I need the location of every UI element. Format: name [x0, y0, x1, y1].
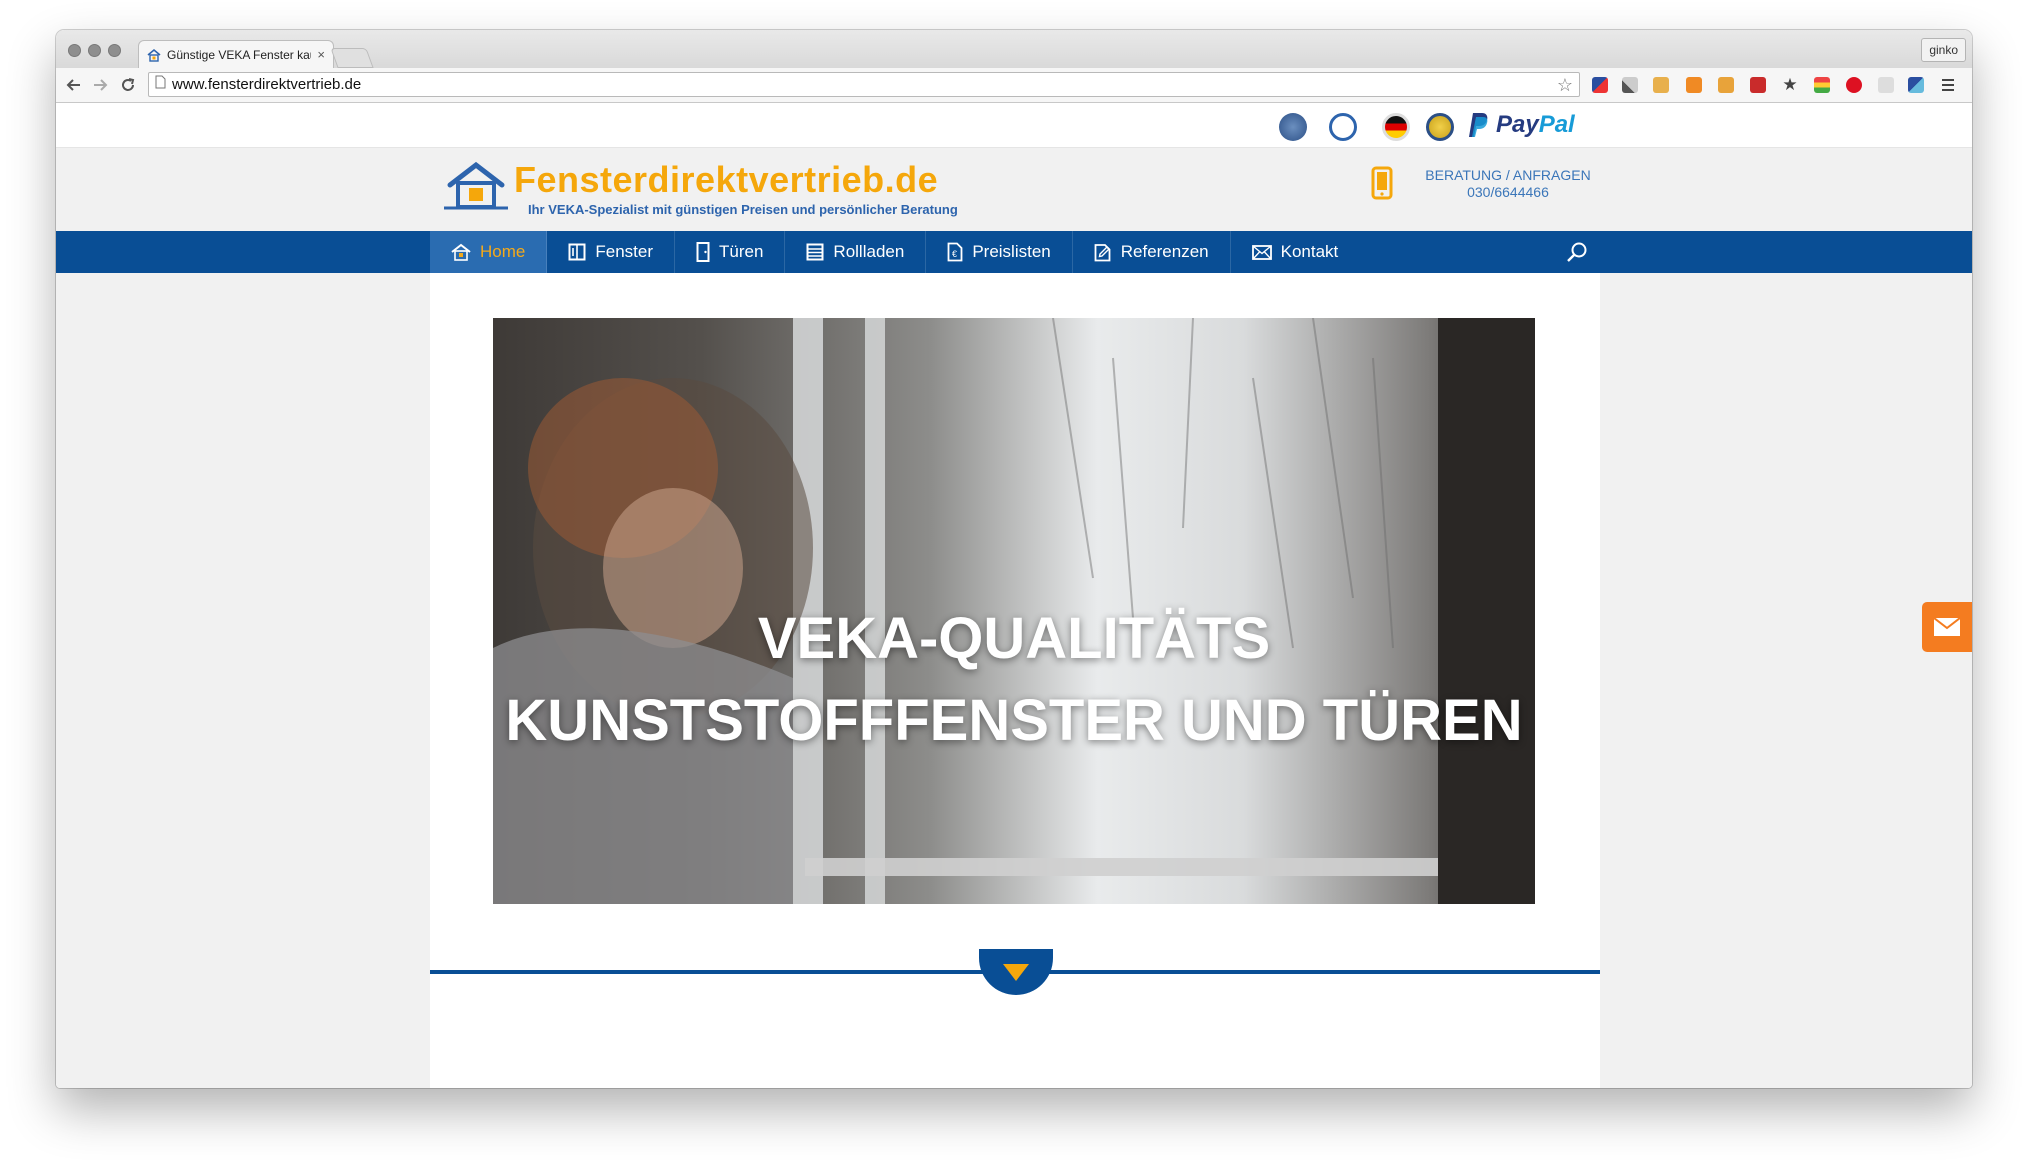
extension-icon[interactable] — [1908, 77, 1924, 93]
envelope-icon — [1251, 244, 1272, 260]
scroll-down-button[interactable] — [979, 949, 1053, 995]
hero-title-line-2: KUNSTSTOFFFENSTER UND TÜREN — [505, 688, 1523, 753]
minimize-window-button[interactable] — [88, 44, 101, 57]
profile-button[interactable]: ginko — [1921, 38, 1966, 62]
nav-item-label: Preislisten — [972, 242, 1051, 261]
search-icon[interactable] — [1566, 241, 1588, 268]
house-favicon-icon — [147, 48, 161, 62]
bookmark-star-icon[interactable]: ☆ — [1557, 75, 1573, 96]
paypal-logo: PayPal — [1468, 111, 1575, 139]
pricelist-icon: € — [947, 242, 963, 262]
close-window-button[interactable] — [68, 44, 81, 57]
tab-title: Günstige VEKA Fenster kau — [167, 47, 312, 62]
window-icon — [568, 243, 586, 261]
nav-item-fenster[interactable]: Fenster — [547, 231, 675, 273]
hero-slider[interactable]: VEKA-QUALITÄTS KUNSTSTOFFFENSTER UND TÜR… — [493, 318, 1535, 904]
chevron-down-icon — [1003, 964, 1029, 981]
envelope-icon — [1934, 618, 1960, 636]
contact-label: BERATUNG / ANFRAGEN — [1425, 167, 1591, 183]
nav-item-preislisten[interactable]: € Preislisten — [926, 231, 1073, 273]
contact-mail-tab[interactable] — [1922, 602, 1972, 652]
main-content: VEKA-QUALITÄTS KUNSTSTOFFFENSTER UND TÜR… — [430, 273, 1600, 1088]
forward-arrow-icon[interactable] — [90, 75, 110, 95]
veka-badge-icon — [1279, 113, 1307, 141]
logo-title: Fensterdirektvertrieb.de — [514, 159, 939, 200]
address-bar[interactable]: www.fensterdirektvertrieb.de ☆ — [148, 72, 1580, 97]
extension-icon[interactable] — [1718, 77, 1734, 93]
star-extension-icon[interactable]: ★ — [1782, 76, 1798, 93]
menu-icon[interactable] — [1940, 77, 1956, 93]
extension-icon[interactable] — [1592, 77, 1608, 93]
nav-item-referenzen[interactable]: Referenzen — [1073, 231, 1231, 273]
made-in-germany-icon — [1382, 113, 1410, 141]
zoom-window-button[interactable] — [108, 44, 121, 57]
quality-seal-icon — [1329, 113, 1357, 141]
nav-item-label: Kontakt — [1280, 242, 1339, 261]
nav-item-label: Rollladen — [833, 242, 905, 261]
seal-icon — [1426, 113, 1454, 141]
tab-close-icon[interactable]: × — [317, 47, 325, 62]
shutter-icon — [806, 243, 824, 261]
nav-item-label: Fenster — [595, 242, 653, 261]
contact-phone[interactable]: 030/6644466 — [1416, 184, 1600, 201]
tab-bar: Günstige VEKA Fenster kau × ginko — [56, 30, 1972, 68]
logo-subtitle: Ihr VEKA-Spezialist mit günstigen Preise… — [528, 202, 958, 217]
nav-item-home[interactable]: Home — [430, 231, 548, 273]
phone-icon — [1371, 166, 1393, 205]
svg-text:€: € — [952, 249, 957, 259]
extension-icon[interactable] — [1814, 77, 1830, 93]
contact-info[interactable]: BERATUNG / ANFRAGEN 030/6644466 — [1416, 167, 1600, 201]
home-icon — [451, 243, 471, 261]
back-arrow-icon[interactable] — [64, 75, 84, 95]
nav-item-tueren[interactable]: Türen — [675, 231, 786, 273]
browser-tab[interactable]: Günstige VEKA Fenster kau × — [138, 40, 334, 68]
nav-item-label: Referenzen — [1120, 242, 1209, 261]
nav-item-label: Türen — [719, 242, 764, 261]
paypal-pay: Pay — [1496, 111, 1539, 138]
extension-icon[interactable] — [1653, 77, 1669, 93]
web-page: PayPal Fensterdirektvertrieb.de Ihr VEKA… — [56, 103, 1972, 1088]
browser-window: Günstige VEKA Fenster kau × ginko www.fe… — [56, 30, 1972, 1088]
paypal-icon — [1469, 113, 1488, 137]
new-tab-button[interactable] — [330, 48, 374, 68]
main-navigation: Home Fenster Türen Rollladen € Preislist… — [56, 231, 1972, 273]
browser-toolbar: www.fensterdirektvertrieb.de ☆ ★ — [56, 68, 1972, 103]
page-icon — [155, 75, 166, 94]
url-text: www.fensterdirektvertrieb.de — [172, 76, 362, 93]
extension-icon[interactable] — [1878, 77, 1894, 93]
trust-badge-strip: PayPal — [56, 103, 1972, 148]
door-icon — [696, 242, 710, 262]
paypal-pal: Pal — [1538, 111, 1575, 138]
hero-title: VEKA-QUALITÄTS KUNSTSTOFFFENSTER UND TÜR… — [493, 598, 1535, 762]
extension-icon[interactable] — [1686, 77, 1702, 93]
reload-icon[interactable] — [118, 75, 138, 95]
extension-icon[interactable] — [1750, 77, 1766, 93]
eyedropper-icon[interactable] — [1622, 77, 1638, 93]
nav-item-label: Home — [480, 242, 526, 261]
adblock-icon[interactable] — [1846, 77, 1862, 93]
nav-item-kontakt[interactable]: Kontakt — [1231, 231, 1360, 273]
house-logo-icon — [444, 161, 508, 210]
references-icon — [1094, 244, 1111, 262]
nav-item-rollladen[interactable]: Rollladen — [785, 231, 927, 273]
hero-title-line-1: VEKA-QUALITÄTS — [757, 606, 1271, 671]
